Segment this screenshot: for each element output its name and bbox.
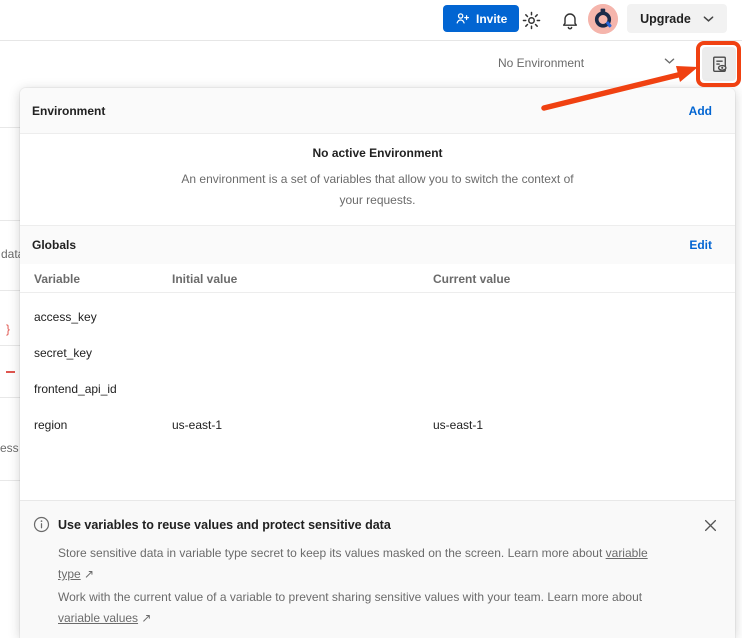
- variable-values-link[interactable]: variable values: [58, 611, 138, 625]
- empty-state-title: No active Environment: [20, 146, 735, 160]
- invite-button[interactable]: Invite: [443, 5, 519, 32]
- table-row: secret_key: [20, 335, 735, 371]
- environment-section-title: Environment: [32, 104, 105, 118]
- globals-table-header: Variable Initial value Current value: [20, 264, 735, 293]
- environment-quick-look-icon: [709, 54, 730, 75]
- invite-button-label: Invite: [476, 12, 507, 26]
- variable-initial-value: us-east-1: [172, 418, 222, 432]
- column-header-variable: Variable: [34, 272, 80, 286]
- banner-text: Store sensitive data in variable type se…: [58, 546, 606, 560]
- environment-quick-look-panel: Environment Add No active Environment An…: [20, 88, 735, 638]
- banner-text: Work with the current value of a variabl…: [58, 590, 642, 604]
- variables-info-banner: Use variables to reuse values and protec…: [20, 500, 735, 638]
- chevron-down-icon: [703, 15, 714, 23]
- banner-paragraph: Store sensitive data in variable type se…: [58, 543, 656, 585]
- environment-empty-state: No active Environment An environment is …: [20, 134, 735, 225]
- app-window: data } ess Invite: [0, 0, 742, 638]
- background-red-dash: [6, 371, 15, 373]
- external-link-icon: ↗: [141, 611, 151, 625]
- close-banner-button[interactable]: [699, 514, 721, 536]
- background-brace-fragment: }: [6, 322, 10, 336]
- bell-icon: [560, 10, 580, 30]
- settings-button[interactable]: [518, 7, 544, 33]
- variable-name: secret_key: [34, 346, 92, 360]
- background-divider: [0, 220, 20, 221]
- banner-title: Use variables to reuse values and protec…: [58, 518, 391, 532]
- gear-icon: [521, 10, 542, 31]
- variable-name: frontend_api_id: [34, 382, 117, 396]
- chevron-down-icon[interactable]: [664, 57, 675, 65]
- column-header-current-value: Current value: [433, 272, 510, 286]
- external-link-icon: ↗: [84, 567, 94, 581]
- user-avatar[interactable]: [588, 4, 618, 34]
- info-icon: [33, 516, 50, 533]
- header-divider: [0, 40, 742, 41]
- environment-section-header: Environment Add: [20, 88, 735, 134]
- background-divider: [0, 290, 20, 291]
- table-row: region us-east-1 us-east-1: [20, 407, 735, 443]
- table-row: access_key: [20, 299, 735, 335]
- notifications-button[interactable]: [557, 7, 583, 33]
- table-row: frontend_api_id: [20, 371, 735, 407]
- person-plus-icon: [455, 11, 470, 26]
- variable-name: region: [34, 418, 67, 432]
- upgrade-button-label: Upgrade: [640, 12, 691, 26]
- globals-section-title: Globals: [32, 238, 76, 252]
- variable-current-value: us-east-1: [433, 418, 483, 432]
- banner-body: Store sensitive data in variable type se…: [58, 543, 656, 631]
- background-divider: [0, 480, 20, 481]
- background-text-fragment: ess: [0, 441, 19, 455]
- background-divider: [0, 397, 20, 398]
- upgrade-button[interactable]: Upgrade: [627, 4, 727, 33]
- globals-section-header: Globals Edit: [20, 225, 735, 264]
- close-icon: [704, 519, 717, 532]
- column-header-initial-value: Initial value: [172, 272, 237, 286]
- background-divider: [0, 345, 20, 346]
- environment-selector[interactable]: No Environment: [498, 56, 584, 70]
- banner-paragraph: Work with the current value of a variabl…: [58, 587, 656, 629]
- avatar-glyph: [588, 4, 618, 34]
- edit-globals-button[interactable]: Edit: [689, 238, 712, 252]
- background-divider: [0, 127, 20, 128]
- empty-state-description: An environment is a set of variables tha…: [173, 169, 583, 211]
- add-environment-button[interactable]: Add: [689, 104, 712, 118]
- variable-name: access_key: [34, 310, 97, 324]
- top-header-bar: Invite: [0, 0, 742, 40]
- environment-quick-look-button[interactable]: [702, 47, 736, 81]
